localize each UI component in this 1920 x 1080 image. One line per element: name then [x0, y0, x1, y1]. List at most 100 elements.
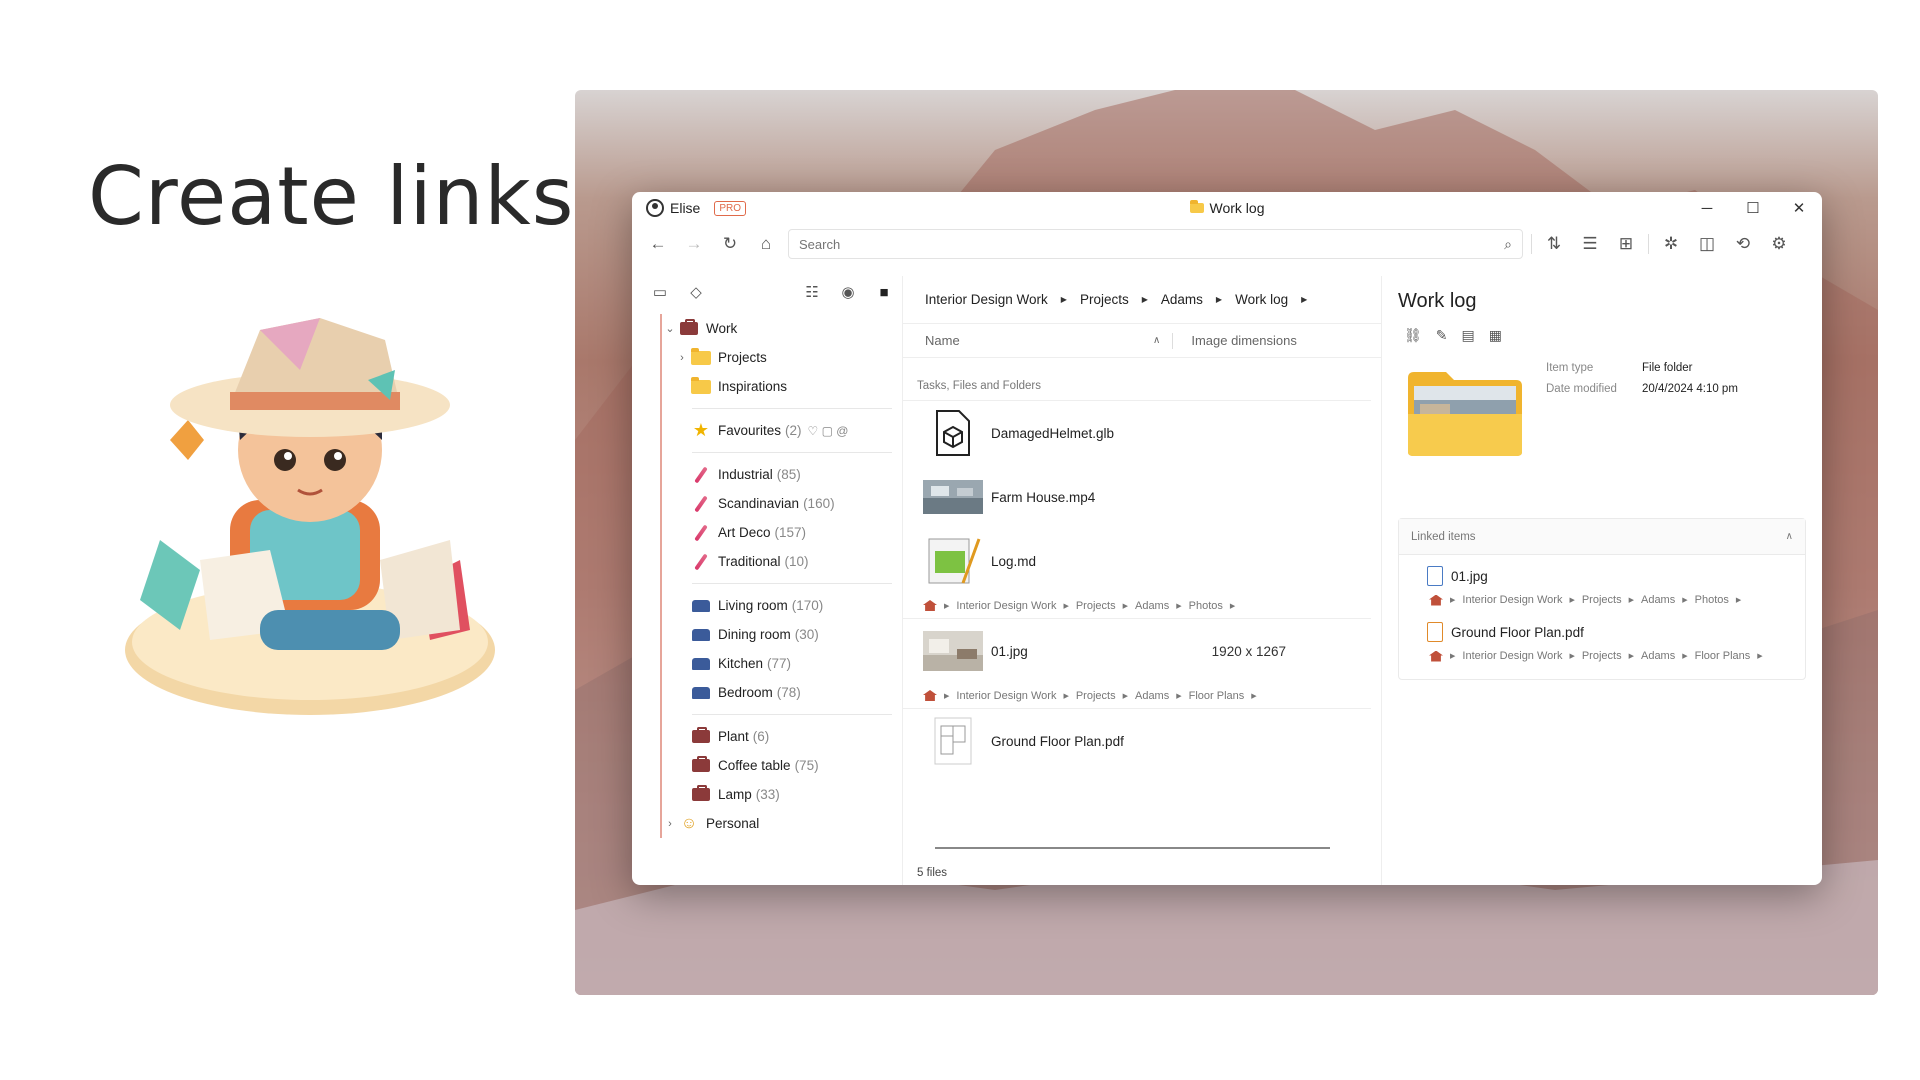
- document-icon[interactable]: ▤: [1462, 327, 1475, 344]
- file-name: Farm House.mp4: [991, 489, 1096, 505]
- history-icon[interactable]: ⟲: [1725, 228, 1761, 260]
- gear-icon[interactable]: ⚙: [1761, 228, 1797, 260]
- path-segment[interactable]: Interior Design Work: [956, 600, 1056, 612]
- sidebar-item-personal[interactable]: › ☺ Personal: [662, 809, 902, 838]
- breadcrumb-item[interactable]: Work log: [1235, 292, 1288, 307]
- layers-icon[interactable]: ■: [866, 278, 902, 306]
- path-segment[interactable]: Photos: [1189, 600, 1223, 612]
- chevron-right-icon[interactable]: ›: [674, 352, 690, 364]
- sidebar-item-label: Favourites: [718, 423, 782, 438]
- chevron-up-icon[interactable]: ∧: [1786, 531, 1793, 542]
- card-icon[interactable]: ▦: [1489, 327, 1502, 344]
- sidebar-item-traditional[interactable]: Traditional (10): [662, 547, 902, 576]
- linked-items-title: Linked items: [1411, 530, 1476, 543]
- sidebar-item-label: Inspirations: [718, 379, 788, 394]
- sidebar-item-industrial[interactable]: Industrial (85): [662, 460, 902, 489]
- user-menu[interactable]: Elise PRO: [646, 199, 747, 217]
- sidebar-item-bedroom[interactable]: Bedroom (78): [662, 678, 902, 707]
- refresh-icon[interactable]: ↻: [712, 228, 748, 260]
- graph-icon[interactable]: ✲: [1653, 228, 1689, 260]
- panel-toggle-icon[interactable]: ◫: [1689, 228, 1725, 260]
- search-icon[interactable]: ⌕: [1504, 236, 1512, 253]
- group-header: Tasks, Files and Folders: [903, 358, 1371, 401]
- path-segment[interactable]: Projects: [1076, 600, 1116, 612]
- sidebar-item-lamp[interactable]: Lamp (33): [662, 780, 902, 809]
- close-button[interactable]: ✕: [1776, 192, 1822, 224]
- sidebar-item-projects[interactable]: › Projects: [662, 343, 902, 372]
- pin-icon[interactable]: ✎: [1436, 327, 1448, 344]
- path-segment[interactable]: Interior Design Work: [1462, 650, 1562, 662]
- eye-icon[interactable]: ◉: [830, 278, 866, 306]
- path-segment[interactable]: Adams: [1135, 690, 1169, 702]
- path-segment[interactable]: Interior Design Work: [956, 690, 1056, 702]
- sidebar-item-work[interactable]: ⌄ Work: [662, 314, 902, 343]
- chevron-down-icon[interactable]: ⌄: [662, 322, 678, 335]
- path-segment[interactable]: Projects: [1076, 690, 1116, 702]
- forward-arrow-icon[interactable]: →: [676, 228, 712, 260]
- file-name: Log.md: [991, 553, 1037, 569]
- sidebar-item-scandinavian[interactable]: Scandinavian (160): [662, 489, 902, 518]
- file-row[interactable]: 01.jpg 1920 x 1267: [903, 619, 1381, 683]
- search-input[interactable]: [799, 236, 1505, 252]
- home-icon[interactable]: ⌂: [748, 228, 784, 260]
- path-segment[interactable]: Projects: [1582, 650, 1622, 662]
- path-segment[interactable]: Floor Plans: [1189, 690, 1245, 702]
- path-segment[interactable]: Adams: [1135, 600, 1169, 612]
- linked-item[interactable]: 01.jpg ▶ Interior Design Work ▶ Projects ▶…: [1399, 555, 1805, 611]
- path-segment[interactable]: Projects: [1582, 594, 1622, 606]
- breadcrumb-item[interactable]: Adams: [1161, 292, 1203, 307]
- sidebar-item-kitchen[interactable]: Kitchen (77): [662, 649, 902, 678]
- sidebar-item-art-deco[interactable]: Art Deco (157): [662, 518, 902, 547]
- path-segment[interactable]: Adams: [1641, 594, 1675, 606]
- item-count: (30): [794, 627, 819, 642]
- search-box[interactable]: ⌕: [788, 229, 1523, 259]
- breadcrumb-item[interactable]: Interior Design Work: [925, 292, 1048, 307]
- back-arrow-icon[interactable]: ←: [640, 228, 676, 260]
- grid-view-icon[interactable]: ⊞: [1608, 228, 1644, 260]
- sidebar-item-plant[interactable]: Plant (6): [662, 722, 902, 751]
- sidebar-item-label: Traditional: [718, 554, 781, 569]
- sidebar-item-dining-room[interactable]: Dining room (30): [662, 620, 902, 649]
- markdown-file-icon: [923, 538, 983, 584]
- pro-badge[interactable]: PRO: [714, 200, 747, 216]
- breadcrumb-arrow-icon[interactable]: ▶: [1301, 295, 1307, 304]
- file-row[interactable]: Log.md: [903, 529, 1381, 593]
- file-row[interactable]: Farm House.mp4: [903, 465, 1381, 529]
- linked-items-header[interactable]: Linked items ∧: [1399, 519, 1805, 555]
- path-segment[interactable]: Interior Design Work: [1462, 594, 1562, 606]
- path-segment[interactable]: Adams: [1641, 650, 1675, 662]
- column-image-dimensions[interactable]: Image dimensions: [1191, 333, 1297, 348]
- folder-icon: [1189, 200, 1204, 213]
- path-segment[interactable]: Floor Plans: [1695, 650, 1751, 662]
- column-divider[interactable]: [1172, 332, 1174, 349]
- brush-icon: [690, 465, 712, 484]
- sidebar-item-coffee-table[interactable]: Coffee table (75): [662, 751, 902, 780]
- favourite-filter-icons[interactable]: ♡ ▢ @: [808, 424, 849, 438]
- sort-icon[interactable]: ⇅: [1536, 228, 1572, 260]
- sidebar-item-favourites[interactable]: ★ Favourites (2) ♡ ▢ @: [662, 416, 902, 445]
- linked-item[interactable]: Ground Floor Plan.pdf ▶ Interior Design …: [1399, 611, 1805, 679]
- checklist-icon[interactable]: ☷: [794, 278, 830, 306]
- breadcrumb-arrow-icon[interactable]: ▶: [1142, 295, 1148, 304]
- divider: [692, 452, 892, 453]
- horizontal-scrollbar[interactable]: [935, 847, 1330, 849]
- breadcrumb-arrow-icon[interactable]: ▶: [1216, 295, 1222, 304]
- brush-icon: [690, 523, 712, 542]
- path-segment[interactable]: Photos: [1695, 594, 1729, 606]
- file-row[interactable]: DamagedHelmet.glb: [903, 401, 1381, 465]
- sidebar-item-living-room[interactable]: Living room (170): [662, 591, 902, 620]
- column-name[interactable]: Name: [925, 333, 1153, 348]
- sort-up-icon[interactable]: ∧: [1153, 335, 1160, 346]
- tag-icon[interactable]: ◇: [678, 278, 714, 306]
- list-view-icon[interactable]: ☰: [1572, 228, 1608, 260]
- minimize-button[interactable]: ─: [1684, 192, 1730, 224]
- link-icon[interactable]: ⛓: [1404, 327, 1422, 344]
- file-row[interactable]: Ground Floor Plan.pdf: [903, 709, 1381, 773]
- file-name: DamagedHelmet.glb: [991, 425, 1115, 441]
- breadcrumb-arrow-icon[interactable]: ▶: [1061, 295, 1067, 304]
- breadcrumb-item[interactable]: Projects: [1080, 292, 1129, 307]
- chevron-right-icon[interactable]: ›: [662, 818, 678, 830]
- sidebar-item-inspirations[interactable]: Inspirations: [662, 372, 902, 401]
- archive-icon[interactable]: ▭: [642, 278, 678, 306]
- maximize-button[interactable]: ☐: [1730, 192, 1776, 224]
